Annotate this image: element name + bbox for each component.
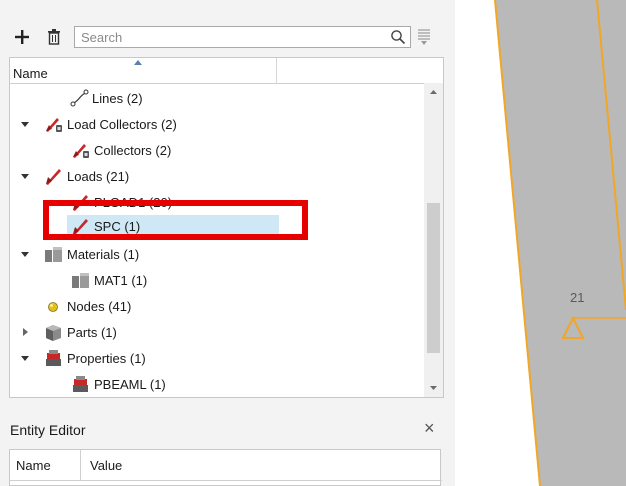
tree-item-label: Lines (2) xyxy=(92,91,143,106)
tree-item-label: Nodes (41) xyxy=(67,299,132,314)
column-separator[interactable] xyxy=(276,58,277,83)
material-icon xyxy=(45,247,62,262)
tree-item-pbeaml[interactable]: PBEAML (1) xyxy=(10,374,424,394)
tree-item-collectors[interactable]: Collectors (2) xyxy=(10,140,424,160)
part-icon xyxy=(46,325,61,341)
tree-item-label: Parts (1) xyxy=(67,325,117,340)
column-separator[interactable] xyxy=(80,450,81,480)
scroll-up-icon[interactable] xyxy=(424,83,443,101)
expand-caret-icon[interactable] xyxy=(20,171,30,181)
entity-editor-title: Entity Editor xyxy=(10,422,86,438)
node-id-label: 21 xyxy=(570,290,585,305)
expand-caret-icon[interactable] xyxy=(20,119,30,129)
line-icon xyxy=(70,89,89,107)
material-icon xyxy=(72,273,89,288)
tree-item-label: MAT1 (1) xyxy=(94,273,148,288)
search-icon[interactable] xyxy=(390,29,406,45)
plus-icon xyxy=(15,30,29,44)
tree-item-label: Load Collectors (2) xyxy=(67,117,177,132)
property-icon xyxy=(73,376,88,392)
model-browser-panel: Name Lines (2) Load Collecto xyxy=(0,0,455,486)
tree-item-properties[interactable]: Properties (1) xyxy=(10,348,424,368)
load-collector-icon xyxy=(73,144,89,158)
tree-item-materials[interactable]: Materials (1) xyxy=(10,244,424,264)
node-icon xyxy=(48,302,58,312)
property-icon xyxy=(46,350,61,366)
close-icon[interactable]: × xyxy=(424,418,435,439)
column-value-header[interactable]: Value xyxy=(90,458,122,473)
tree-scrollbar[interactable] xyxy=(424,83,443,397)
load-collector-icon xyxy=(46,118,62,132)
trash-icon xyxy=(48,29,60,45)
tree-item-load-collectors[interactable]: Load Collectors (2) xyxy=(10,114,424,134)
annotation-highlight-box xyxy=(43,200,308,240)
tree-item-label: Properties (1) xyxy=(67,351,146,366)
filter-list-icon[interactable] xyxy=(414,26,434,48)
tree-item-mat1[interactable]: MAT1 (1) xyxy=(10,270,424,290)
expand-caret-icon[interactable] xyxy=(20,353,30,363)
tree-item-label: Loads (21) xyxy=(67,169,130,184)
tree-item-parts[interactable]: Parts (1) xyxy=(10,322,424,342)
tree-item-lines[interactable]: Lines (2) xyxy=(10,88,424,108)
column-name-header[interactable]: Name xyxy=(13,66,48,81)
tree-item-label: Materials (1) xyxy=(67,247,140,262)
column-name-header[interactable]: Name xyxy=(16,458,51,473)
scrollbar-thumb[interactable] xyxy=(427,203,440,353)
browser-toolbar xyxy=(0,22,455,54)
collapse-caret-icon[interactable] xyxy=(20,327,30,337)
tree-column-header: Name xyxy=(10,58,443,84)
header-divider xyxy=(10,480,442,481)
tree-item-label: PBEAML (1) xyxy=(94,377,166,392)
add-button[interactable] xyxy=(12,26,32,48)
tree-item-nodes[interactable]: Nodes (41) xyxy=(10,296,424,316)
scroll-down-icon[interactable] xyxy=(424,379,443,397)
model-surface xyxy=(495,0,626,486)
entity-editor-table: Name Value xyxy=(9,449,442,486)
search-box xyxy=(74,26,411,48)
graphics-viewport[interactable] xyxy=(455,0,626,486)
tree-item-loads[interactable]: Loads (21) xyxy=(10,166,424,186)
load-icon xyxy=(46,169,61,185)
tree-item-label: Collectors (2) xyxy=(94,143,172,158)
delete-button[interactable] xyxy=(44,26,64,48)
expand-caret-icon[interactable] xyxy=(20,249,30,259)
search-input[interactable] xyxy=(81,29,381,45)
model-view[interactable] xyxy=(455,0,626,486)
sort-ascending-icon[interactable] xyxy=(134,60,142,65)
